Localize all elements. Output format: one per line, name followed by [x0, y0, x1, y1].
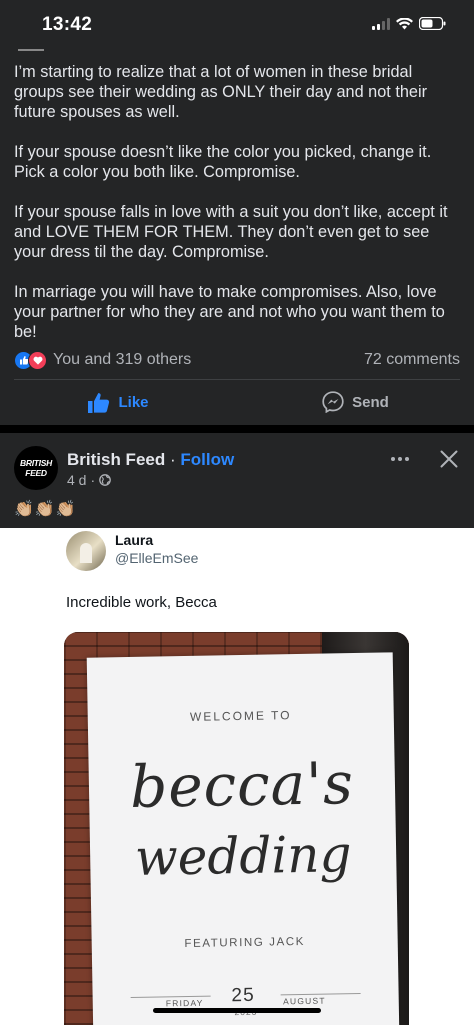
sign-wedding-script: wedding [134, 825, 352, 887]
thumbs-up-icon [88, 392, 110, 413]
avatar-logo-text: BRITISH [20, 458, 52, 468]
reactions-row: You and 319 others 72 comments [14, 349, 460, 371]
send-label: Send [352, 393, 389, 411]
sign-featuring-text: FEATURING JACK [184, 935, 306, 951]
more-options-icon[interactable] [391, 457, 409, 461]
page-avatar[interactable]: BRITISH FEED [14, 446, 58, 490]
tweet-avatar [66, 531, 106, 571]
tweet-author-handle: @ElleEmSee [115, 550, 199, 566]
close-icon[interactable] [440, 450, 458, 468]
status-icons [372, 17, 446, 30]
tweet-text: Incredible work, Becca [66, 594, 217, 611]
sign-welcome-text: WELCOME TO [189, 708, 292, 724]
tweet-author-name: Laura [115, 532, 154, 548]
sign-day-number: 25 [231, 984, 256, 1007]
post-card: I’m starting to realize that a lot of wo… [0, 49, 474, 425]
separator: · [165, 450, 181, 469]
page-name[interactable]: British Feed [67, 450, 165, 469]
post-image[interactable]: Laura @ElleEmSee Incredible work, Becca … [0, 528, 474, 1025]
like-button[interactable]: Like [0, 380, 237, 424]
post-actions: Like Send [0, 380, 474, 424]
post-paragraph: I’m starting to realize that a lot of wo… [14, 63, 428, 121]
home-indicator[interactable] [153, 1008, 321, 1013]
post-time[interactable]: 4 d [67, 472, 86, 488]
divider [18, 49, 44, 51]
status-time: 13:42 [42, 14, 93, 35]
post-caption: 👏🏼👏🏼👏🏼 [14, 501, 77, 518]
tweet-photo: WELCOME TO becca's wedding FEATURING JAC… [64, 632, 409, 1025]
globe-icon [99, 474, 111, 486]
post-paragraph: If your spouse falls in love with a suit… [14, 203, 448, 261]
wifi-icon [396, 17, 413, 29]
battery-icon [419, 17, 446, 30]
status-bar: 13:42 [0, 0, 474, 50]
send-button[interactable]: Send [237, 380, 474, 424]
post-text: I’m starting to realize that a lot of wo… [14, 62, 464, 362]
feed-post-header: BRITISH FEED British Feed · Follow 4 d ·… [0, 433, 474, 528]
welcome-sign: WELCOME TO becca's wedding FEATURING JAC… [86, 652, 400, 1025]
reactions-count: You and 319 others [53, 351, 192, 368]
post-meta: 4 d · [67, 472, 111, 488]
comments-count[interactable]: 72 comments [364, 351, 460, 369]
reaction-icons [14, 350, 47, 370]
sign-day-label: FRIDAY [165, 997, 204, 1009]
love-reaction-icon [28, 350, 47, 370]
page-title-row: British Feed · Follow [67, 450, 234, 470]
separator: · [90, 472, 96, 488]
like-label: Like [118, 393, 149, 411]
avatar-logo-text: FEED [25, 468, 47, 478]
post-paragraph: If your spouse doesn’t like the color yo… [14, 143, 432, 181]
signal-icon [372, 17, 390, 30]
follow-button[interactable]: Follow [180, 450, 234, 469]
sign-name-script: becca's [129, 749, 355, 821]
reactions-summary[interactable]: You and 319 others [14, 350, 192, 370]
messenger-icon [322, 391, 344, 413]
post-paragraph: In marriage you will have to make compro… [14, 283, 445, 341]
